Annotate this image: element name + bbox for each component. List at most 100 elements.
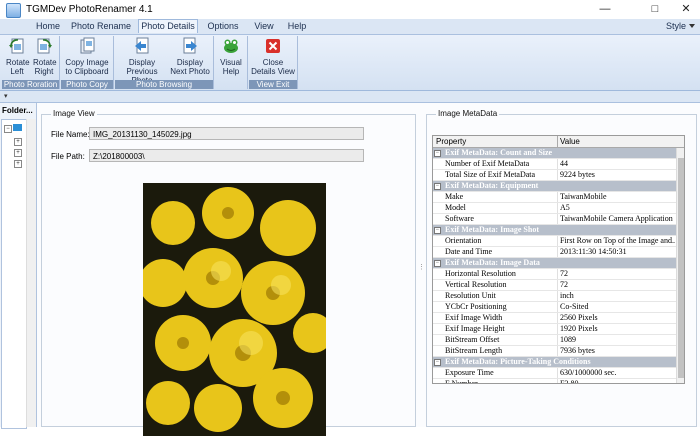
metadata-row[interactable]: Orientation First Row on Top of the Image… [433, 236, 676, 247]
category-name: Exif MetaData: Count and Size [445, 148, 553, 157]
details-content: Image View File Name: IMG_20131130_14502… [37, 103, 700, 436]
copy-clipboard-button[interactable]: Copy Image to Clipboard [64, 37, 110, 76]
file-path-field[interactable]: Z:\201800003\ [89, 149, 364, 162]
folder-tree[interactable]: − + + + [1, 119, 27, 429]
minimize-icon[interactable]: — [592, 0, 618, 19]
property-value: 72 [560, 280, 568, 289]
collapse-icon[interactable]: − [434, 260, 441, 267]
splitter-handle[interactable]: ⋮ [418, 263, 425, 271]
property-value: 7936 bytes [560, 346, 595, 355]
close-window-icon[interactable]: ✕ [673, 0, 699, 19]
folder-scrollbar[interactable] [26, 119, 36, 427]
maximize-icon[interactable]: □ [642, 0, 668, 19]
metadata-row[interactable]: Horizontal Resolution 72 [433, 269, 676, 280]
rotate-left-button[interactable]: Rotate Left [4, 37, 30, 76]
image-view-panel: Image View File Name: IMG_20131130_14502… [41, 109, 416, 436]
metadata-row[interactable]: Exif Image Height 1920 Pixels [433, 324, 676, 335]
style-caret-icon[interactable] [689, 24, 695, 28]
category-name: Exif MetaData: Picture-Taking Conditions [445, 357, 591, 366]
group-photo-rotation: Rotate Left Rotate Right Photo Roration [2, 36, 60, 89]
metadata-row[interactable]: Total Size of Exif MetaData 9224 bytes [433, 170, 676, 181]
tab-view[interactable]: View [249, 20, 279, 33]
metadata-category-row[interactable]: − Exif MetaData: Image Data [433, 258, 676, 269]
metadata-row[interactable]: Number of Exif MetaData 44 [433, 159, 676, 170]
property-name: Resolution Unit [445, 291, 496, 300]
metadata-grid[interactable]: Property Value − Exif MetaData: Count and… [432, 135, 685, 384]
tab-help[interactable]: Help [284, 20, 310, 33]
tab-photo-rename[interactable]: Photo Rename [68, 20, 134, 33]
metadata-scrollbar[interactable] [676, 148, 684, 383]
property-name: Total Size of Exif MetaData [445, 170, 536, 179]
group-view-exit: Close Details View View Exit [249, 36, 298, 89]
property-value: First Row on Top of the Image and... [560, 236, 675, 245]
image-view-title: Image View [51, 109, 97, 118]
file-path-label: File Path: [51, 152, 85, 161]
category-name: Exif MetaData: Equipment [445, 181, 539, 190]
display-next-label: Display Next Photo [170, 58, 210, 76]
folder-header[interactable]: Folder... [2, 105, 34, 117]
property-value: 630/1000000 sec. [560, 368, 617, 377]
property-name: Date and Time [445, 247, 493, 256]
property-value: 44 [560, 159, 568, 168]
column-value[interactable]: Value [560, 136, 580, 147]
tab-options[interactable]: Options [202, 20, 244, 33]
metadata-category-row[interactable]: − Exif MetaData: Equipment [433, 181, 676, 192]
property-value: 1089 [560, 335, 576, 344]
metadata-row[interactable]: BitStream Offset 1089 [433, 335, 676, 346]
metadata-category-row[interactable]: − Exif MetaData: Picture-Taking Condition… [433, 357, 676, 368]
metadata-row[interactable]: Make TaiwanMobile [433, 192, 676, 203]
category-name: Exif MetaData: Image Data [445, 258, 540, 267]
ribbon-collapse-bar: ▾ [0, 91, 700, 103]
property-value: F2.80 [560, 379, 579, 384]
display-next-button[interactable]: Display Next Photo [168, 37, 212, 76]
property-name: Make [445, 192, 464, 201]
property-name: Number of Exif MetaData [445, 159, 530, 168]
pin-icon[interactable]: ▾ [4, 92, 8, 100]
metadata-row[interactable]: Vertical Resolution 72 [433, 280, 676, 291]
close-details-button[interactable]: Close Details View [251, 37, 295, 76]
metadata-row[interactable]: BitStream Length 7936 bytes [433, 346, 676, 357]
metadata-row[interactable]: Resolution Unit inch [433, 291, 676, 302]
tab-home[interactable]: Home [32, 20, 64, 33]
image-metadata-title: Image MetaData [436, 109, 500, 118]
metadata-row[interactable]: Exif Image Width 2560 Pixels [433, 313, 676, 324]
group-photo-browsing: Display Previous Photo Display Next Phot… [115, 36, 214, 89]
collapse-icon[interactable]: − [434, 150, 441, 157]
style-menu[interactable]: Style [666, 20, 686, 33]
group-label-copy: Photo Copy [61, 80, 113, 89]
display-previous-button[interactable]: Display Previous Photo [117, 37, 167, 85]
scrollbar-thumb[interactable] [678, 158, 684, 378]
column-property[interactable]: Property [436, 136, 466, 147]
visual-help-label: Visual Help [220, 58, 242, 76]
tab-photo-details[interactable]: Photo Details [138, 19, 198, 33]
category-name: Exif MetaData: Image Shot [445, 225, 539, 234]
rotate-right-button[interactable]: Rotate Right [31, 37, 57, 76]
property-name: YCbCr Positioning [445, 302, 507, 311]
metadata-row[interactable]: Date and Time 2013:11:30 14:50:31 [433, 247, 676, 258]
photo-preview [143, 183, 326, 436]
file-name-field[interactable]: IMG_20131130_145029.jpg [89, 127, 364, 140]
group-label-rotation: Photo Roration [2, 80, 59, 89]
app-icon [6, 3, 21, 18]
collapse-icon[interactable]: − [434, 227, 441, 234]
property-name: Exposure Time [445, 368, 494, 377]
tree-expand-icon[interactable]: − [4, 125, 12, 133]
tree-expand-icon[interactable]: + [14, 149, 22, 157]
visual-help-button[interactable]: Visual Help [218, 37, 244, 76]
tree-expand-icon[interactable]: + [14, 160, 22, 168]
tree-expand-icon[interactable]: + [14, 138, 22, 146]
collapse-icon[interactable]: − [434, 359, 441, 366]
next-photo-icon [183, 37, 197, 54]
metadata-row[interactable]: YCbCr Positioning Co-Sited [433, 302, 676, 313]
property-name: Software [445, 214, 474, 223]
metadata-row[interactable]: Model A5 [433, 203, 676, 214]
metadata-category-row[interactable]: − Exif MetaData: Image Shot [433, 225, 676, 236]
rotate-left-label: Rotate Left [6, 58, 30, 76]
metadata-row[interactable]: Software TaiwanMobile Camera Application [433, 214, 676, 225]
group-label-exit: View Exit [249, 80, 297, 89]
collapse-icon[interactable]: − [434, 183, 441, 190]
metadata-category-row[interactable]: − Exif MetaData: Count and Size [433, 148, 676, 159]
property-name: Horizontal Resolution [445, 269, 516, 278]
metadata-row[interactable]: Exposure Time 630/1000000 sec. [433, 368, 676, 379]
metadata-row[interactable]: F Number F2.80 [433, 379, 676, 384]
